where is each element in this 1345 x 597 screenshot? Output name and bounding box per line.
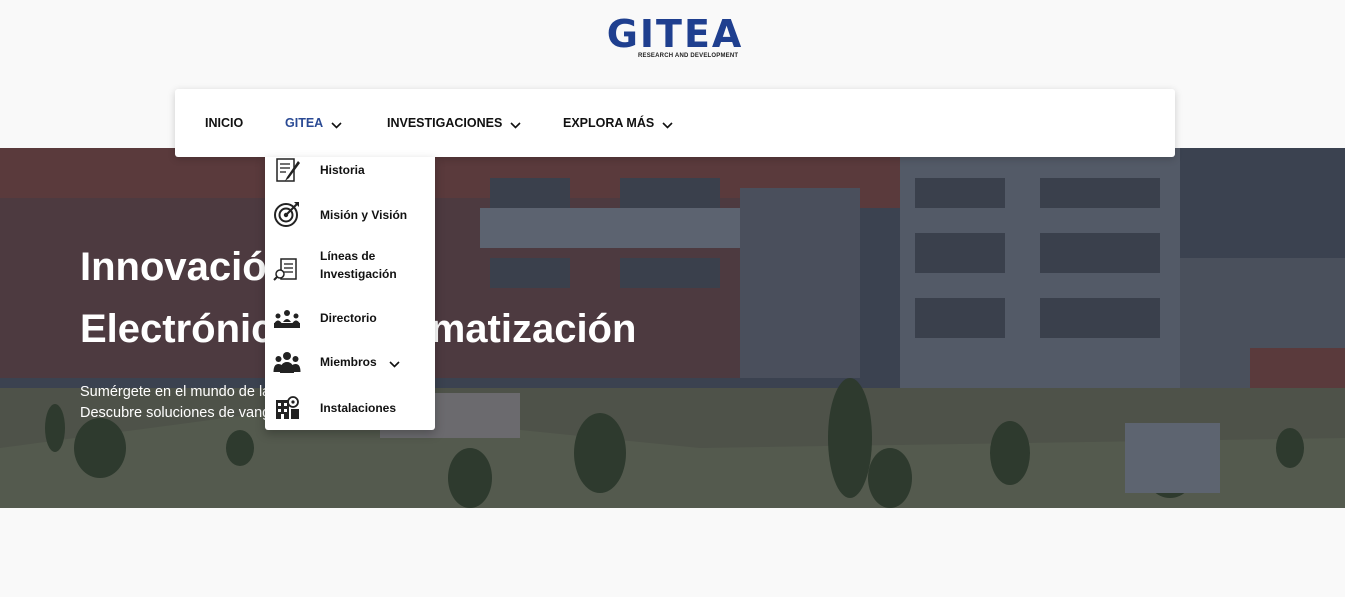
chevron-down-icon [662,121,673,129]
members-icon [273,352,301,373]
dropdown-item-label-line-1: Líneas de [320,249,376,263]
nav-item-label: GITEA [285,116,324,130]
dropdown-item-label: Historia [320,163,365,177]
nav-item-label: INICIO [205,116,244,130]
dropdown-item-historia[interactable]: Historia [265,157,435,183]
nav-item-label: INVESTIGACIONES [387,116,503,130]
gitea-dropdown-menu: Historia Misión y Visión Líneas de Inves… [265,157,435,430]
research-lines-icon [273,258,297,281]
history-icon [276,158,300,182]
target-icon [274,202,299,227]
nav-item-inicio[interactable]: INICIO [205,89,243,157]
nav-item-label: EXPLORA MÁS [563,116,655,130]
dropdown-item-label: Misión y Visión [320,208,408,222]
nav-item-explora-mas[interactable]: EXPLORA MÁS [563,89,673,157]
chevron-down-icon [389,361,400,368]
dropdown-item-label-line-2: Investigación [320,267,397,281]
hero-banner: Innovación en Electrónica y Automatizaci… [0,148,1345,508]
dropdown-item-mision-vision[interactable]: Misión y Visión [265,201,435,229]
logo-tagline: RESEARCH AND DEVELOPMENT [638,53,739,59]
facilities-icon [276,396,299,419]
dropdown-item-directorio[interactable]: Directorio [265,305,435,331]
dropdown-item-label: Líneas de Investigación [320,247,397,283]
directory-icon [274,310,300,328]
chevron-down-icon [510,121,521,129]
dropdown-item-instalaciones[interactable]: Instalaciones [265,395,435,421]
nav-item-investigaciones[interactable]: INVESTIGACIONES [387,89,521,157]
dropdown-item-label: Instalaciones [320,401,397,415]
dropdown-item-label: Miembros [320,355,377,369]
dropdown-item-label: Directorio [320,311,377,325]
gitea-logo[interactable]: GITEA RESEARCH AND DEVELOPMENT [598,12,752,62]
logo-wordmark: GITEA [606,12,744,56]
nav-item-gitea[interactable]: GITEA [285,89,342,157]
dropdown-item-lineas-investigacion[interactable]: Líneas de Investigación [265,247,435,287]
dropdown-item-miembros[interactable]: Miembros [265,349,435,377]
main-navbar: INICIO GITEA INVESTIGACIONES EXPLORA MÁS [175,89,1175,157]
chevron-down-icon [331,121,342,129]
